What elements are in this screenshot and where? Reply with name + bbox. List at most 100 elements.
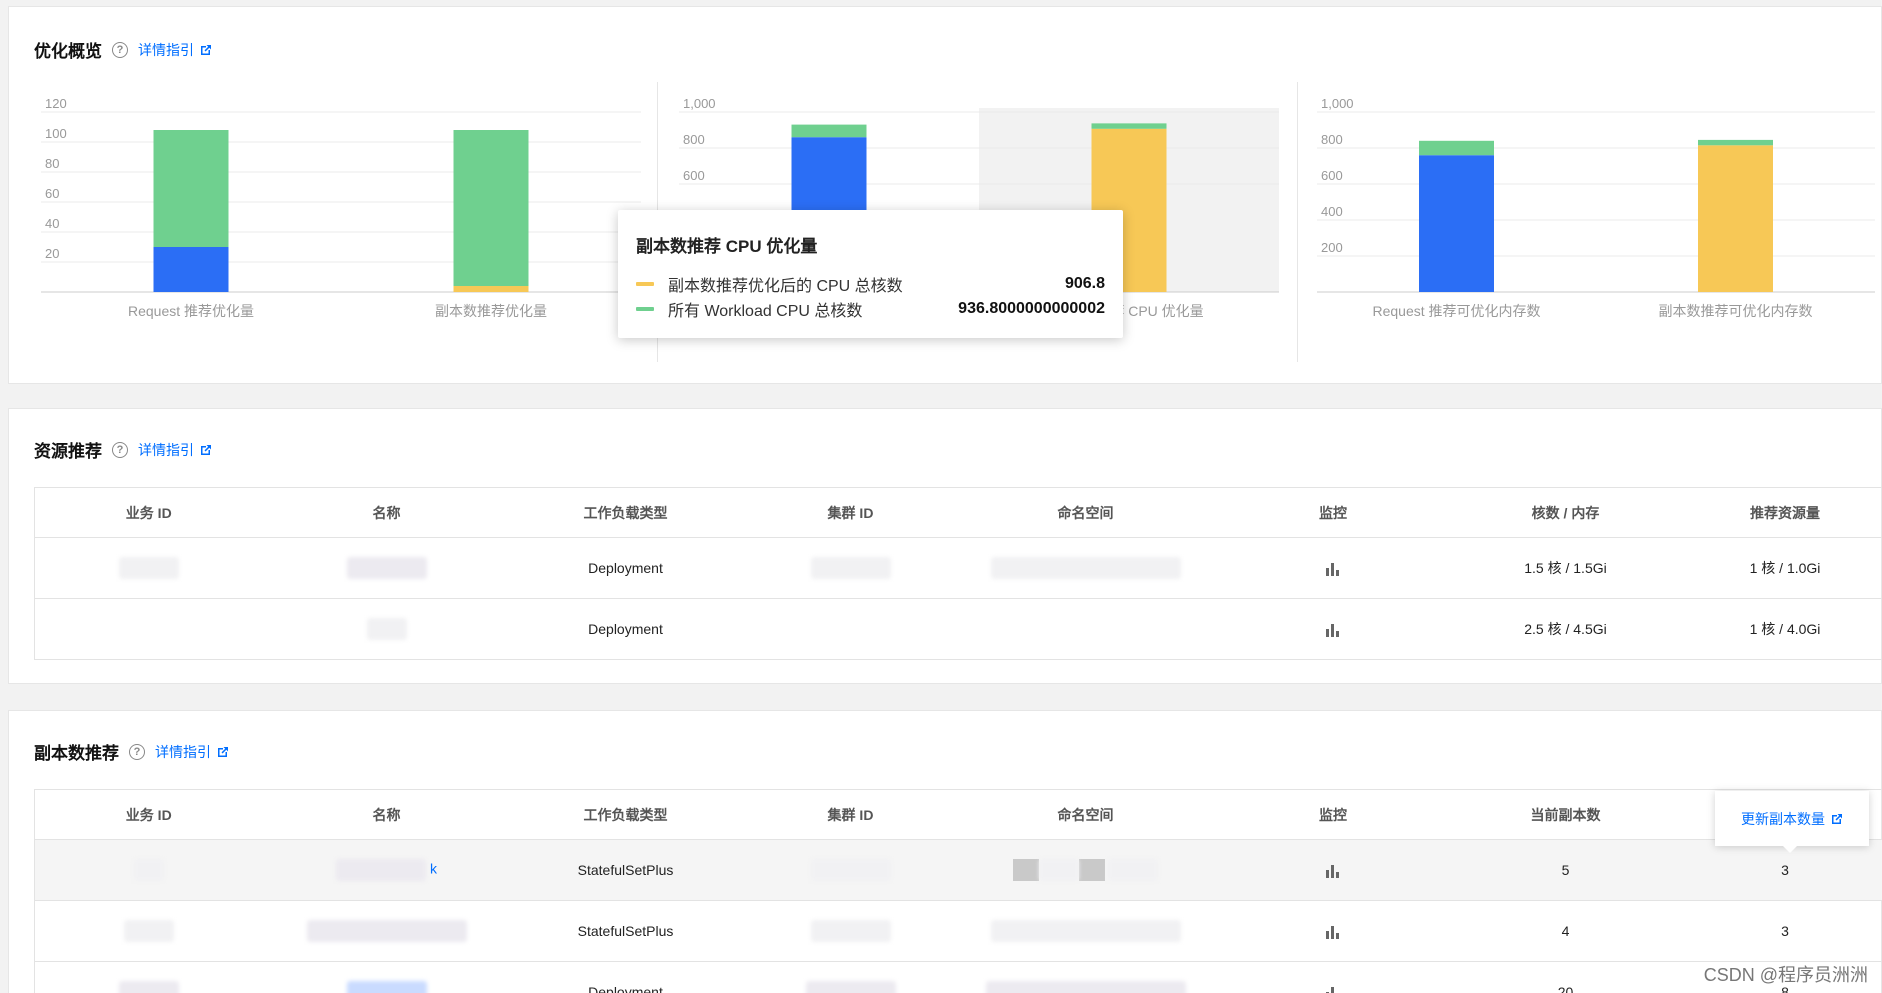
business-id-cell [34, 900, 263, 962]
table-row[interactable]: k StatefulSetPlus 5 3 [34, 839, 1882, 901]
bar-segment[interactable] [1091, 123, 1167, 129]
table-row[interactable]: Deployment 1.5 核 / 1.5Gi 1 核 / 1.0Gi [34, 537, 1882, 599]
replica-title: 副本数推荐 [34, 744, 119, 763]
current-resource-cell: 1.5 核 / 1.5Gi [1455, 537, 1676, 599]
y-tick-label: 400 [1321, 204, 1343, 219]
tooltip-value: 906.8 [1064, 274, 1105, 292]
y-tick-label: 800 [683, 132, 705, 147]
bar-segment[interactable] [1419, 140, 1494, 156]
bar-segment[interactable] [153, 247, 229, 292]
name-link[interactable]: k [430, 861, 437, 877]
column-header[interactable]: 核数 / 内存 [1455, 487, 1676, 538]
column-header[interactable]: 监控 [1210, 789, 1456, 840]
column-header[interactable]: 命名空间 [960, 789, 1211, 840]
column-header[interactable]: 名称 [262, 789, 511, 840]
column-header[interactable]: 监控 [1210, 487, 1456, 538]
table-row[interactable]: Deployment 2.5 核 / 4.5Gi 1 核 / 4.0Gi [34, 598, 1882, 660]
bar-chart-icon[interactable] [1325, 561, 1341, 577]
guide-link-label: 详情指引 [138, 41, 194, 58]
resource-recommendation-card: 资源推荐 ? 详情指引 业务 ID 名称 工作负载类型 集群 ID 命名空间 监… [8, 408, 1882, 684]
replica-recommendation-card: 副本数推荐 ? 详情指引 更新副本数量 业务 ID 名称 工作负载类型 集群 I… [8, 710, 1882, 993]
bar-segment[interactable] [453, 130, 529, 286]
overview-guide-link[interactable]: 详情指引 [138, 40, 212, 60]
bar-segment[interactable] [1698, 145, 1773, 292]
name-cell[interactable] [262, 961, 511, 993]
business-id-cell [34, 598, 263, 660]
column-header[interactable]: 业务 ID [34, 789, 263, 840]
x-category-label: Request 推荐优化量 [128, 303, 254, 319]
bar-segment[interactable] [791, 124, 867, 138]
update-replica-label: 更新副本数量 [1741, 810, 1825, 827]
help-icon[interactable]: ? [129, 743, 145, 760]
monitor-cell[interactable] [1210, 537, 1456, 599]
memory-optimization-chart: 1,000 800 600 400 200 Request 推荐可优化内存数 副本数推荐可优… [1317, 96, 1875, 319]
table-row[interactable]: StatefulSetPlus 4 3 [34, 900, 1882, 962]
bar-chart-icon[interactable] [1325, 924, 1341, 940]
resource-title: 资源推荐 [34, 442, 102, 461]
bar-chart-icon[interactable] [1325, 985, 1341, 993]
current-resource-cell: 2.5 核 / 4.5Gi [1455, 598, 1676, 660]
cluster-id-cell [740, 537, 961, 599]
replica-guide-link[interactable]: 详情指引 [155, 742, 229, 762]
tooltip-title: 副本数推荐 CPU 优化量 [636, 237, 818, 256]
x-category-label: 副本数推荐优化量 [435, 303, 547, 319]
resource-guide-link[interactable]: 详情指引 [138, 440, 212, 460]
y-tick-label: 600 [683, 168, 705, 183]
monitor-cell[interactable] [1210, 598, 1456, 660]
column-header[interactable]: 集群 ID [740, 487, 961, 538]
chart-tooltip: 副本数推荐 CPU 优化量 副本数推荐优化后的 CPU 总核数 906.8 所有… [618, 210, 1123, 338]
guide-link-label: 详情指引 [155, 743, 211, 760]
name-cell[interactable]: k [262, 839, 511, 901]
bar-segment[interactable] [1419, 155, 1494, 292]
y-tick-label: 800 [1321, 132, 1343, 147]
name-cell[interactable] [262, 537, 511, 599]
current-replicas-cell: 4 [1455, 900, 1676, 962]
column-header[interactable]: 推荐资源量 [1675, 487, 1882, 538]
help-icon[interactable]: ? [112, 41, 128, 58]
bar-chart-icon[interactable] [1325, 863, 1341, 879]
external-link-icon [201, 444, 211, 455]
guide-link-label: 详情指引 [138, 441, 194, 458]
replica-table: 业务 ID 名称 工作负载类型 集群 ID 命名空间 监控 当前副本数 k St… [34, 789, 1882, 993]
external-link-icon [1832, 813, 1842, 824]
recommended-replicas-cell: 3 [1675, 900, 1882, 962]
bar-chart-icon[interactable] [1325, 622, 1341, 638]
update-replica-count-button[interactable]: 更新副本数量 [1715, 791, 1869, 853]
namespace-cell [960, 961, 1211, 993]
cluster-id-cell [740, 900, 961, 962]
column-header[interactable]: 工作负载类型 [510, 487, 741, 538]
tooltip-row: 所有 Workload CPU 总核数 936.8000000000002 [636, 296, 1105, 321]
monitor-cell[interactable] [1210, 900, 1456, 962]
table-header-row: 业务 ID 名称 工作负载类型 集群 ID 命名空间 监控 当前副本数 [34, 789, 1882, 840]
bar-segment[interactable] [453, 286, 529, 292]
workload-type-cell: Deployment [510, 961, 741, 993]
bar-segment[interactable] [1698, 139, 1773, 146]
cluster-id-cell [740, 598, 961, 660]
help-icon[interactable]: ? [112, 441, 128, 458]
cluster-id-cell [740, 961, 961, 993]
name-cell[interactable] [262, 598, 511, 660]
column-header[interactable]: 业务 ID [34, 487, 263, 538]
column-header[interactable]: 名称 [262, 487, 511, 538]
overview-title: 优化概览 [34, 42, 102, 61]
tooltip-row: 副本数推荐优化后的 CPU 总核数 906.8 [636, 271, 1105, 296]
external-link-icon [218, 746, 228, 757]
y-tick-label: 120 [45, 96, 67, 111]
monitor-cell[interactable] [1210, 961, 1456, 993]
y-tick-label: 200 [1321, 240, 1343, 255]
monitor-cell[interactable] [1210, 839, 1456, 901]
current-replicas-cell: 20 [1455, 961, 1676, 993]
current-replicas-cell: 5 [1455, 839, 1676, 901]
recommended-replicas-cell: 3 [1675, 839, 1882, 901]
bar-segment[interactable] [153, 130, 229, 247]
column-header[interactable]: 命名空间 [960, 487, 1211, 538]
column-header[interactable]: 工作负载类型 [510, 789, 741, 840]
name-cell[interactable] [262, 900, 511, 962]
table-row[interactable]: Deployment 20 8 [34, 961, 1882, 993]
column-header[interactable]: 集群 ID [740, 789, 961, 840]
replica-header: 副本数推荐 ? 详情指引 [34, 739, 229, 764]
workload-type-cell: StatefulSetPlus [510, 900, 741, 962]
column-header[interactable]: 当前副本数 [1455, 789, 1676, 840]
y-tick-label: 40 [45, 216, 59, 231]
business-id-cell [34, 839, 263, 901]
